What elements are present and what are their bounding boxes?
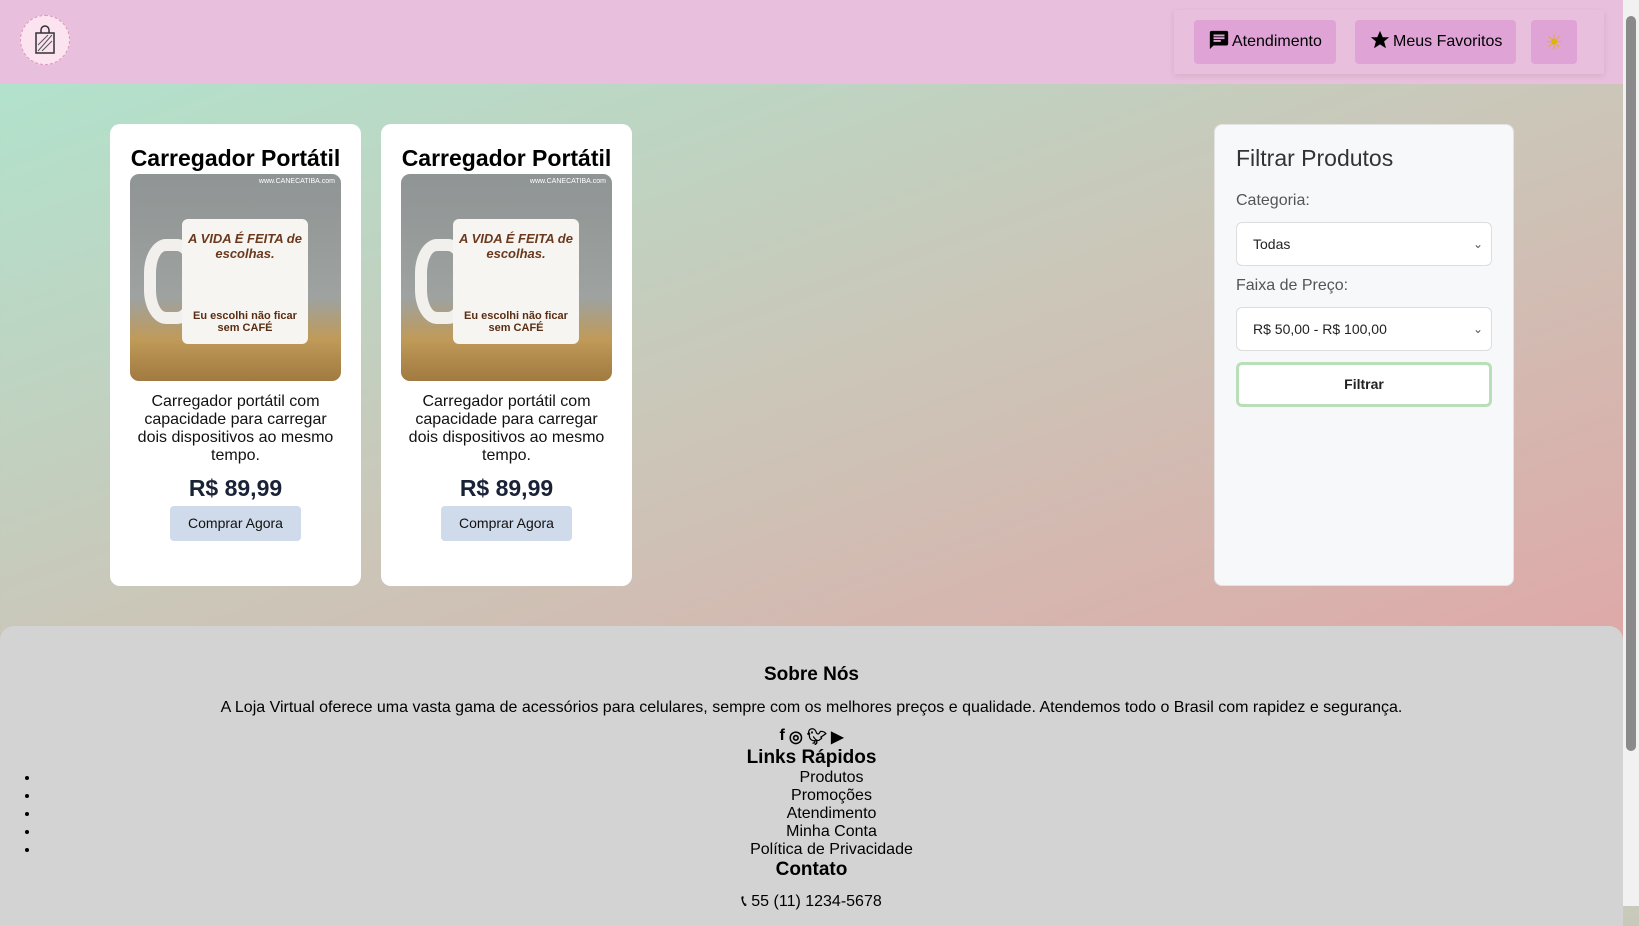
phone-icon: 📞︎ [741, 893, 752, 910]
about-text: A Loja Virtual oferece uma vasta gama de… [220, 699, 1403, 716]
link-atendimento[interactable]: Atendimento [40, 805, 1623, 823]
chevron-down-icon: ⌄ [1472, 237, 1483, 251]
chevron-down-icon: ⌄ [1472, 322, 1483, 336]
image-watermark: www.CANECATIBA.com [258, 178, 335, 185]
link-promocoes[interactable]: Promoções [40, 787, 1623, 805]
product-title: Carregador Portátil [130, 145, 341, 171]
atendimento-button[interactable]: Atendimento [1194, 20, 1336, 64]
mug-text: A VIDA É FEITA de escolhas. [459, 231, 573, 261]
product-image[interactable]: www.CANECATIBA.com A VIDA É FEITA de esc… [130, 174, 341, 381]
product-image[interactable]: www.CANECATIBA.com A VIDA É FEITA de esc… [401, 174, 612, 381]
sun-icon: ☀ [1545, 31, 1563, 54]
mug-text-2: Eu escolhi não ficar sem CAFÉ [193, 310, 297, 334]
link-minha-conta[interactable]: Minha Conta [40, 823, 1623, 841]
footer: Sobre Nós A Loja Virtual oferece uma vas… [0, 626, 1623, 926]
favoritos-button[interactable]: Meus Favoritos [1355, 20, 1517, 64]
price-range-value: R$ 50,00 - R$ 100,00 [1253, 321, 1387, 337]
image-watermark: www.CANECATIBA.com [529, 178, 606, 185]
category-value: Todas [1253, 236, 1291, 252]
price-range-select[interactable]: R$ 50,00 - R$ 100,00 ⌄ [1236, 307, 1492, 351]
twitter-icon[interactable]: 🐦︎ [807, 727, 827, 747]
about-title: Sobre Nós [763, 664, 860, 685]
scrollbar[interactable] [1623, 0, 1639, 906]
product-title: Carregador Portátil [401, 145, 612, 171]
price-range-label: Faixa de Preço: [1236, 277, 1349, 294]
youtube-icon[interactable]: ▶ [831, 727, 843, 747]
theme-toggle-button[interactable]: ☀ [1531, 20, 1577, 64]
instagram-icon[interactable]: ◎ [789, 727, 803, 747]
social-links: f ◎ 🐦︎ ▶ [0, 727, 1623, 747]
nav-bar: Atendimento Meus Favoritos ☀ [1174, 10, 1604, 74]
product-description: Carregador portátil com capacidade para … [137, 393, 334, 464]
star-icon [1369, 29, 1391, 56]
category-label: Categoria: [1236, 192, 1310, 209]
link-privacidade[interactable]: Política de Privacidade [40, 841, 1623, 859]
mug-text-2: Eu escolhi não ficar sem CAFÉ [464, 310, 568, 334]
category-select[interactable]: Todas ⌄ [1236, 222, 1492, 266]
filter-button[interactable]: Filtrar [1236, 362, 1492, 407]
product-card: Carregador Portátil www.CANECATIBA.com A… [110, 124, 361, 586]
quick-links: Produtos Promoções Atendimento Minha Con… [0, 769, 1623, 859]
scrollbar-thumb[interactable] [1626, 16, 1636, 751]
filter-panel: Filtrar Produtos Categoria: Todas ⌄ Faixa… [1214, 124, 1514, 586]
mug-text: A VIDA É FEITA de escolhas. [188, 231, 302, 261]
contact-phone: 📞︎ 55 (11) 1234-5678 [741, 893, 882, 910]
product-price: R$ 89,99 [188, 475, 283, 501]
buy-now-button[interactable]: Comprar Agora [170, 506, 301, 541]
facebook-icon[interactable]: f [780, 727, 785, 747]
links-title: Links Rápidos [746, 747, 877, 768]
contact-title: Contato [775, 859, 848, 880]
link-produtos[interactable]: Produtos [40, 769, 1623, 787]
logo-shopping-bag-icon[interactable] [20, 15, 70, 65]
header: Atendimento Meus Favoritos ☀ [0, 0, 1623, 84]
product-price: R$ 89,99 [459, 475, 554, 501]
product-description: Carregador portátil com capacidade para … [408, 393, 605, 464]
buy-now-button[interactable]: Comprar Agora [441, 506, 572, 541]
chat-icon [1208, 29, 1230, 56]
filter-title: Filtrar Produtos [1236, 145, 1394, 171]
product-card: Carregador Portátil www.CANECATIBA.com A… [381, 124, 632, 586]
